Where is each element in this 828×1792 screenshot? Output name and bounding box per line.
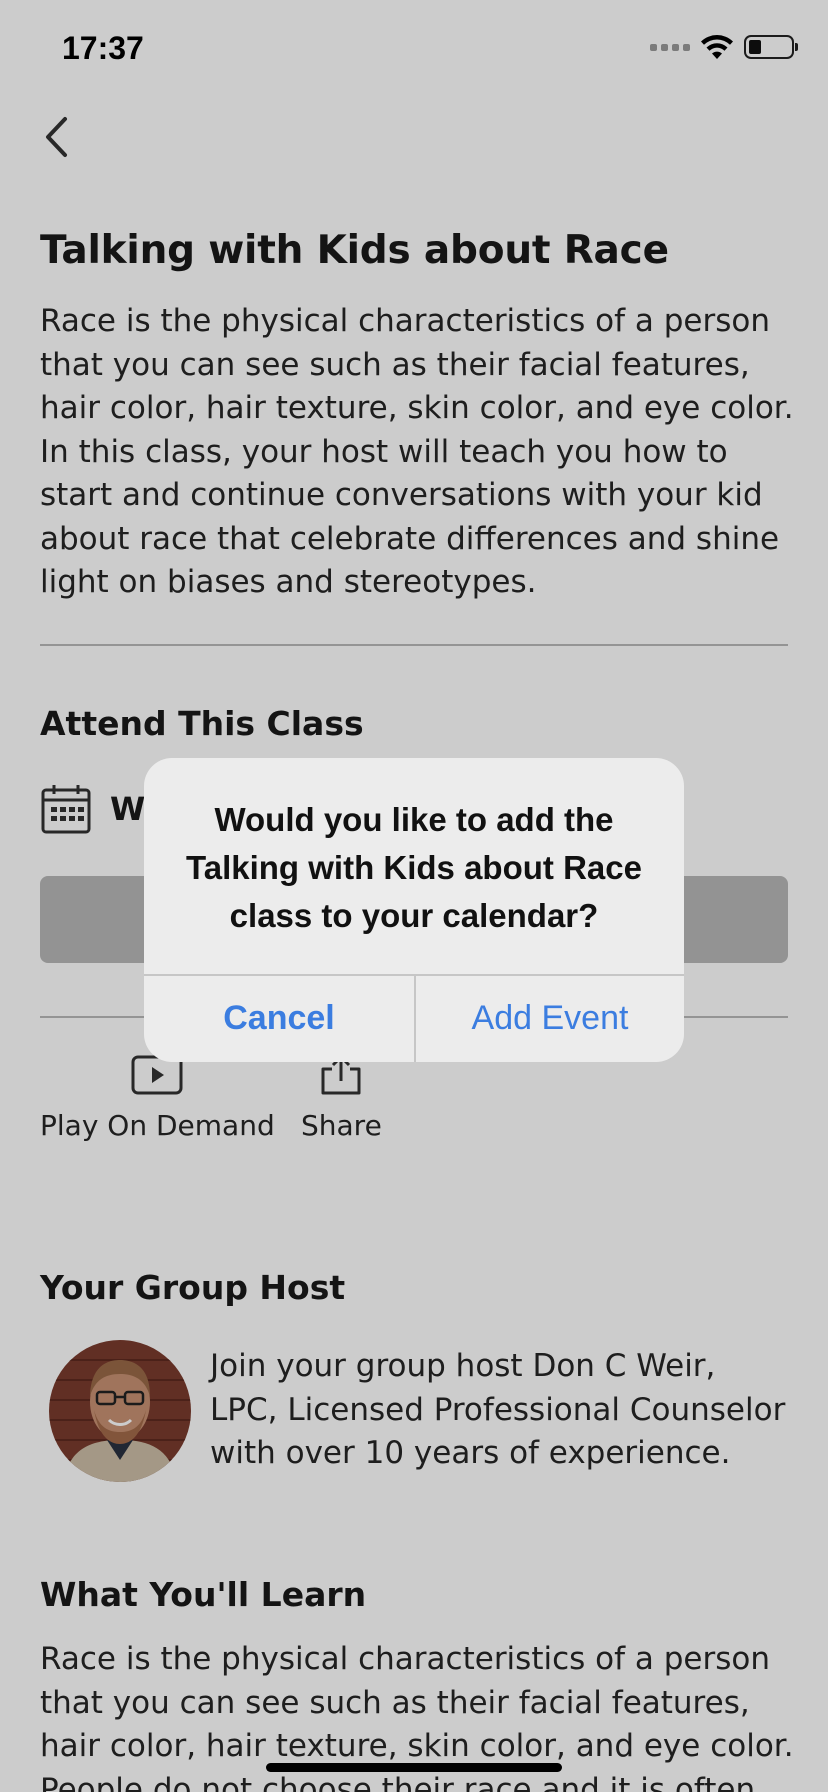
- alert-message: Would you like to add the Talking with K…: [186, 801, 642, 934]
- add-to-calendar-alert: Would you like to add the Talking with K…: [144, 758, 684, 1062]
- class-detail-screen: 17:37 Talking with Kids about Race Race …: [0, 0, 828, 1792]
- add-event-button[interactable]: Add Event: [415, 975, 684, 1062]
- home-indicator: [266, 1763, 562, 1772]
- cancel-button[interactable]: Cancel: [144, 975, 414, 1062]
